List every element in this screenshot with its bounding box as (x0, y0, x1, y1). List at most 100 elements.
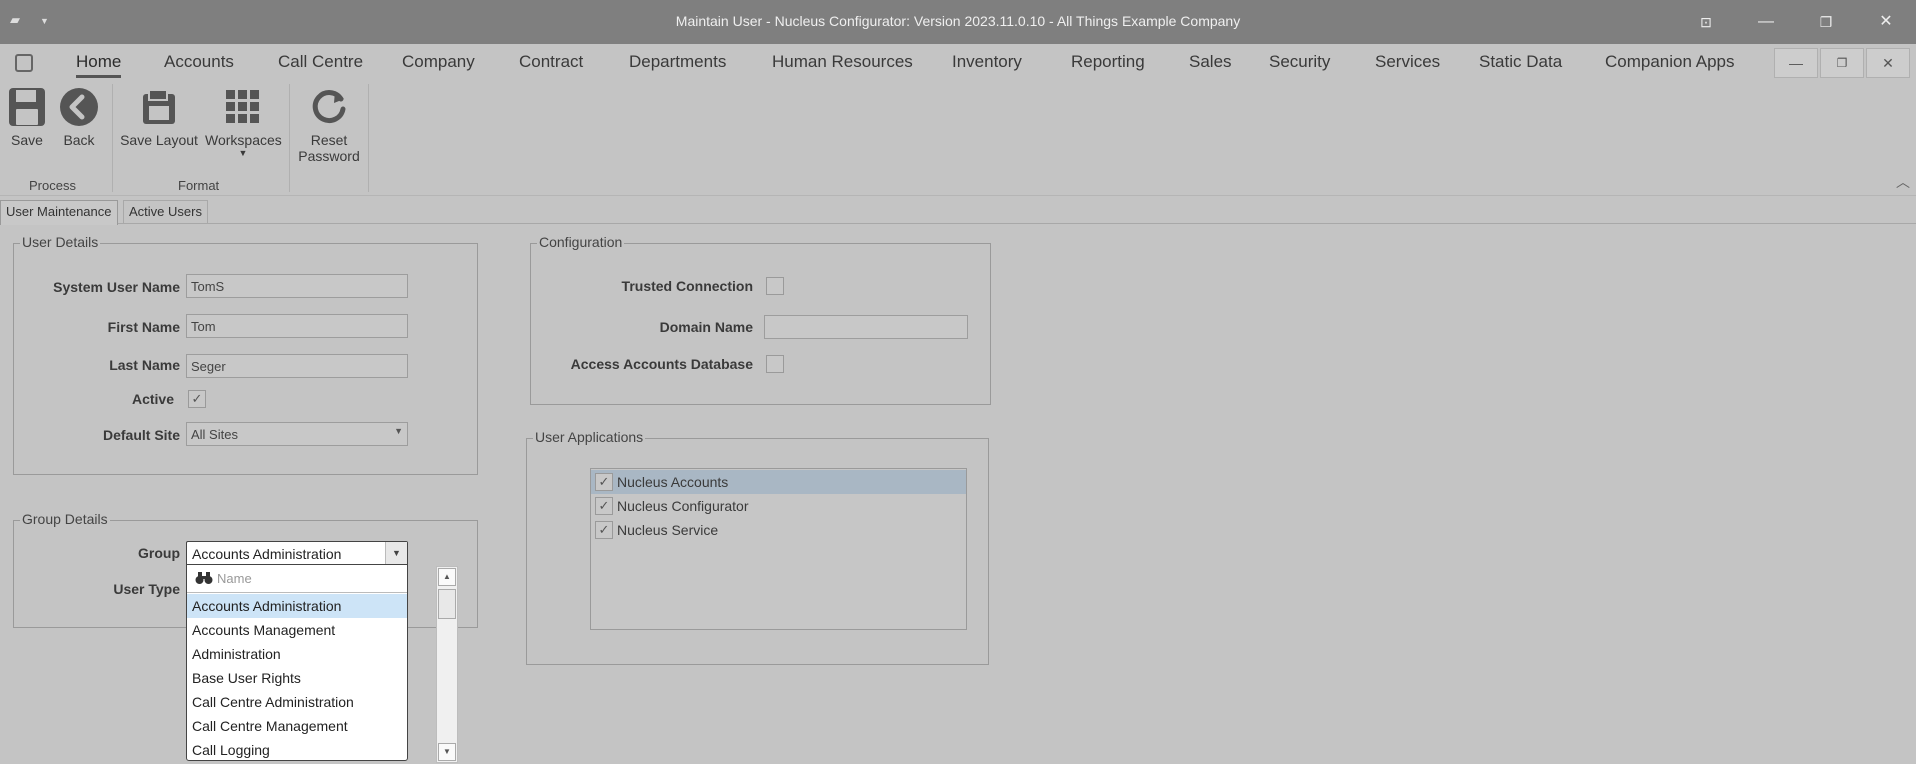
reset-password-label-2: Password (298, 148, 360, 164)
list-item[interactable]: Base User Rights (187, 666, 407, 690)
menu-human-resources[interactable]: Human Resources (772, 52, 913, 72)
dropdown-search[interactable]: Name (187, 565, 407, 593)
back-label: Back (63, 132, 95, 148)
list-item[interactable]: ✓ Nucleus Accounts (591, 470, 966, 494)
system-user-name-label: System User Name (53, 279, 180, 295)
trusted-connection-label: Trusted Connection (621, 278, 753, 294)
save-button[interactable]: Save (6, 86, 48, 148)
list-item[interactable]: Call Centre Administration (187, 690, 407, 714)
trusted-connection-checkbox[interactable] (766, 277, 784, 295)
workspaces-button[interactable]: Workspaces ▼ (205, 86, 282, 158)
default-site-select[interactable]: All Sites ▼ (186, 422, 408, 446)
ribbon-group-process: Process (29, 178, 76, 193)
first-name-field[interactable] (186, 314, 408, 338)
user-applications-list: ✓ Nucleus Accounts ✓ Nucleus Configurato… (590, 468, 967, 630)
list-item[interactable]: ✓ Nucleus Configurator (591, 494, 966, 518)
save-icon (7, 86, 47, 128)
menu-sales[interactable]: Sales (1189, 52, 1232, 72)
ribbon-display-options-icon[interactable]: ⊡ (1688, 8, 1724, 36)
app-checkbox[interactable]: ✓ (595, 521, 613, 539)
workspaces-label: Workspaces (205, 132, 282, 148)
mdi-restore-button[interactable]: ❐ (1820, 48, 1864, 78)
workspaces-icon (223, 86, 263, 128)
list-item[interactable]: Accounts Administration (187, 594, 407, 618)
workspaces-dropdown-icon: ▼ (238, 148, 248, 158)
ribbon-separator (289, 84, 290, 192)
list-item[interactable]: Administration (187, 642, 407, 666)
mdi-close-button[interactable]: ✕ (1866, 48, 1910, 78)
window-restore-button[interactable]: ❐ (1808, 8, 1844, 36)
list-item[interactable]: Call Logging (187, 738, 407, 760)
ribbon-separator (112, 84, 113, 192)
chevron-down-icon[interactable]: ▼ (385, 542, 407, 565)
domain-name-field[interactable] (764, 315, 968, 339)
app-label: Nucleus Service (617, 522, 719, 538)
default-site-value: All Sites (191, 427, 238, 442)
save-label: Save (11, 132, 43, 148)
menu-reporting[interactable]: Reporting (1071, 52, 1145, 72)
list-item[interactable]: Call Centre Management (187, 714, 407, 738)
menu-home[interactable]: Home (76, 52, 122, 78)
first-name-label: First Name (107, 319, 180, 335)
default-site-label: Default Site (102, 427, 180, 443)
binoculars-icon (195, 571, 213, 588)
user-applications-legend: User Applications (533, 429, 646, 445)
menu-call-centre[interactable]: Call Centre (278, 52, 363, 72)
tab-active-users[interactable]: Active Users (123, 200, 208, 224)
app-menu-icon[interactable] (15, 54, 33, 72)
ribbon-separator (368, 84, 369, 192)
menu-departments[interactable]: Departments (629, 52, 726, 72)
save-layout-button[interactable]: Save Layout (118, 86, 200, 148)
access-accounts-db-label: Access Accounts Database (570, 356, 753, 372)
list-item[interactable]: Accounts Management (187, 618, 407, 642)
menu-contract[interactable]: Contract (519, 52, 583, 72)
tab-user-maintenance[interactable]: User Maintenance (0, 200, 118, 225)
ribbon-group-format: Format (178, 178, 220, 193)
save-layout-icon (139, 86, 179, 128)
menu-static-data[interactable]: Static Data (1479, 52, 1562, 72)
active-label: Active (131, 391, 174, 407)
dropdown-scrollbar[interactable]: ▲ ▼ (436, 566, 458, 763)
title-bar: ▰ ▼ Maintain User - Nucleus Configurator… (0, 0, 1916, 44)
menu-company[interactable]: Company (402, 52, 475, 72)
menu-accounts[interactable]: Accounts (164, 52, 234, 72)
access-accounts-db-checkbox[interactable] (766, 355, 784, 373)
reset-password-label-1: Reset (310, 132, 348, 148)
collapse-ribbon-icon[interactable]: ︿ (1896, 172, 1910, 192)
scroll-up-icon[interactable]: ▲ (438, 568, 456, 586)
reset-password-button[interactable]: Reset Password (296, 86, 362, 164)
menu-services[interactable]: Services (1375, 52, 1440, 72)
ribbon: Save Back Process Save Layout Workspaces… (0, 82, 1916, 196)
reset-icon (309, 86, 349, 128)
system-user-name-field[interactable] (186, 274, 408, 298)
last-name-label: Last Name (109, 357, 180, 373)
configuration-legend: Configuration (537, 234, 625, 250)
group-select[interactable]: Accounts Administration ▼ (186, 541, 408, 566)
window-title: Maintain User - Nucleus Configurator: Ve… (675, 13, 1241, 29)
menu-inventory[interactable]: Inventory (952, 52, 1022, 72)
menu-companion-apps[interactable]: Companion Apps (1605, 52, 1734, 72)
group-details-legend: Group Details (20, 511, 110, 527)
back-button[interactable]: Back (58, 86, 100, 148)
scroll-down-icon[interactable]: ▼ (438, 743, 456, 761)
document-tabs: User Maintenance Active Users (0, 198, 1916, 225)
last-name-field[interactable] (186, 354, 408, 378)
active-checkbox[interactable]: ✓ (188, 390, 206, 408)
app-checkbox[interactable]: ✓ (595, 497, 613, 515)
scroll-thumb[interactable] (438, 589, 456, 619)
window-minimize-button[interactable]: — (1748, 8, 1784, 36)
group-dropdown-list: Name Accounts Administration Accounts Ma… (186, 564, 408, 761)
search-placeholder: Name (217, 571, 252, 586)
group-label: Group (138, 545, 180, 561)
user-type-label: User Type (113, 581, 180, 597)
user-details-legend: User Details (20, 234, 101, 250)
list-item[interactable]: ✓ Nucleus Service (591, 518, 966, 542)
save-layout-label: Save Layout (120, 132, 198, 148)
group-value: Accounts Administration (192, 546, 342, 562)
mdi-minimize-button[interactable]: — (1774, 48, 1818, 78)
menu-security[interactable]: Security (1269, 52, 1330, 72)
app-checkbox[interactable]: ✓ (595, 473, 613, 491)
menu-bar: Home Accounts Call Centre Company Contra… (0, 44, 1916, 82)
app-label: Nucleus Accounts (617, 474, 729, 490)
window-close-button[interactable]: ✕ (1868, 8, 1904, 36)
